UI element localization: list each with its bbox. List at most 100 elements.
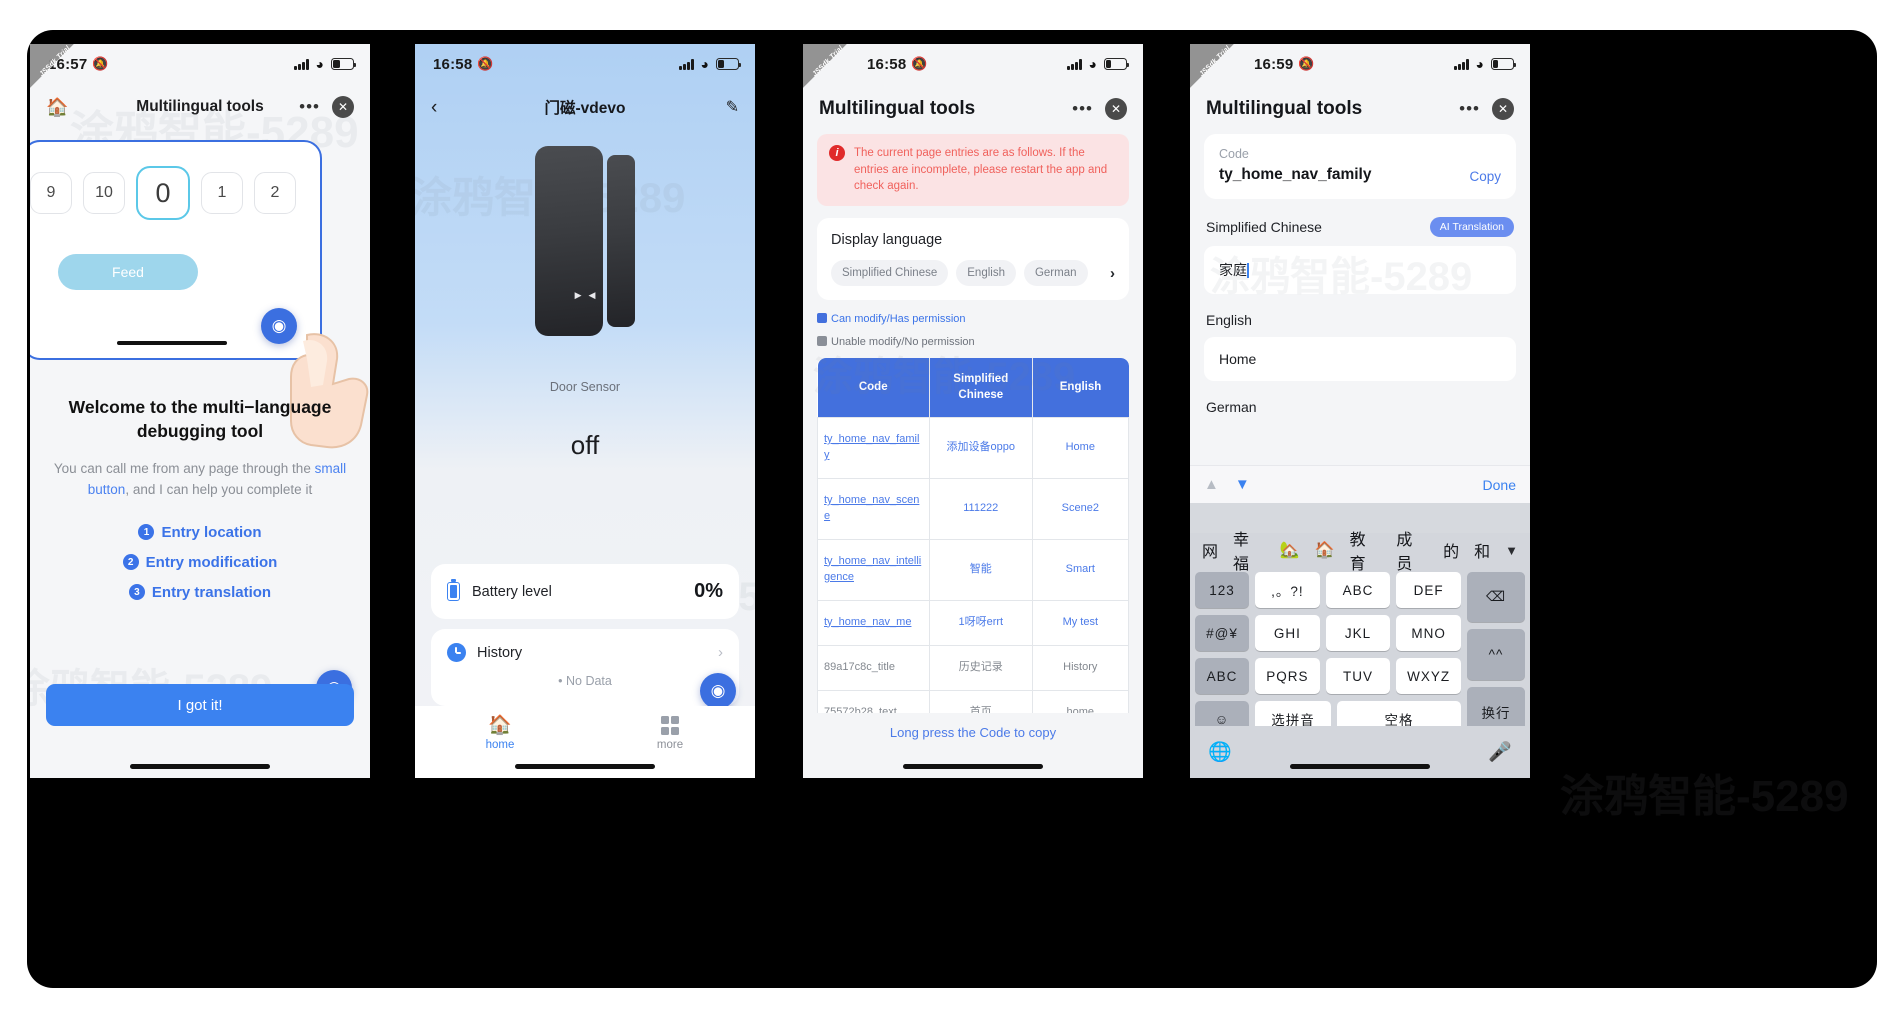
signal-icon <box>1067 58 1082 70</box>
cell-code[interactable]: ty_home_nav_me <box>817 599 930 646</box>
cell-code[interactable]: ty_home_nav_family <box>817 417 930 479</box>
chevron-down-icon[interactable]: ▼ <box>1235 476 1250 493</box>
key-tuv[interactable]: TUV <box>1325 658 1391 694</box>
cell-en[interactable]: Smart <box>1031 538 1129 601</box>
cell-zh[interactable]: 历史记录 <box>928 644 1033 691</box>
candidate-item[interactable]: 幸福 <box>1233 526 1265 574</box>
table-row[interactable]: ty_home_nav_intelligence 智能 Smart <box>817 538 1129 601</box>
key-pqrs[interactable]: PQRS <box>1255 658 1320 694</box>
copy-button[interactable]: Copy <box>1469 169 1501 184</box>
close-icon[interactable]: ✕ <box>332 96 354 118</box>
chevron-up-icon[interactable]: ▲ <box>1204 476 1219 493</box>
number-cell[interactable]: 10 <box>83 172 125 214</box>
cell-code[interactable]: ty_home_nav_intelligence <box>817 538 930 601</box>
key-123[interactable]: 123 <box>1195 572 1249 608</box>
key-abc-mode[interactable]: ABC <box>1195 658 1249 694</box>
backspace-icon[interactable]: ⌫ <box>1467 572 1525 623</box>
table-row[interactable]: ty_home_nav_me 1呀呀errt My test <box>817 599 1129 646</box>
key-abc[interactable]: ABC <box>1325 572 1391 608</box>
close-icon[interactable]: ✕ <box>1492 98 1514 120</box>
entries-table-wrap[interactable]: Code Simplified Chinese English ty_home_… <box>817 358 1129 736</box>
candidate-item[interactable]: 的 <box>1443 538 1459 562</box>
candidate-item[interactable]: 网 <box>1202 538 1218 562</box>
key-symbols[interactable]: #@¥ <box>1195 615 1249 651</box>
cell-zh[interactable]: 111222 <box>928 477 1033 540</box>
field-input-zh[interactable]: 家庭 <box>1204 246 1516 294</box>
number-cell[interactable]: 2 <box>254 172 296 214</box>
signal-icon <box>1454 58 1469 70</box>
cell-zh[interactable]: 智能 <box>928 538 1033 601</box>
welcome-sub-part-b: , and I can help you complete it <box>125 481 313 497</box>
text-caret <box>1247 263 1249 278</box>
number-picker[interactable]: 9 10 0 1 2 <box>30 142 320 220</box>
close-icon[interactable]: ✕ <box>1105 98 1127 120</box>
cell-en[interactable]: History <box>1031 644 1129 691</box>
assistant-fab-highlight[interactable]: ◉ <box>261 308 297 344</box>
key-def[interactable]: DEF <box>1396 572 1462 608</box>
home-icon[interactable]: 🏠 <box>46 97 68 118</box>
pencil-icon[interactable]: ✎ <box>726 97 739 117</box>
key-jkl[interactable]: JKL <box>1325 615 1391 651</box>
cell-code[interactable]: ty_home_nav_scene <box>817 477 930 540</box>
chevron-left-icon[interactable]: ‹ <box>431 98 437 117</box>
field-input-en[interactable]: Home <box>1204 337 1516 381</box>
cell-zh[interactable]: 添加设备oppo <box>928 417 1033 479</box>
language-chip[interactable]: Simplified Chinese <box>831 260 949 287</box>
language-chip[interactable]: English <box>956 260 1016 287</box>
field-label: Simplified Chinese <box>1206 219 1322 235</box>
table-row[interactable]: ty_home_nav_family 添加设备oppo Home <box>817 417 1129 479</box>
home-indicator <box>1290 764 1430 769</box>
chevron-down-icon[interactable]: ▼ <box>1505 543 1518 558</box>
ellipsis-icon[interactable]: ••• <box>299 98 320 115</box>
step-number: 2 <box>122 554 139 571</box>
history-card[interactable]: History › • No Data <box>431 629 739 706</box>
cell-en[interactable]: My test <box>1031 599 1129 646</box>
microphone-icon[interactable]: 🎤 <box>1488 740 1512 764</box>
legend-label: Can modify/Has permission <box>831 313 966 326</box>
ellipsis-icon[interactable]: ••• <box>1459 100 1480 117</box>
candidate-item[interactable]: 和 <box>1474 538 1490 562</box>
cell-en[interactable]: Home <box>1031 417 1129 479</box>
ellipsis-icon[interactable]: ••• <box>1072 100 1093 117</box>
wifi-icon: ◕ <box>700 56 709 72</box>
candidate-item[interactable]: 🏡 <box>1280 540 1300 560</box>
assistant-fab[interactable]: ◉ <box>700 673 736 709</box>
battery-row[interactable]: Battery level 0% <box>431 564 739 619</box>
cell-zh[interactable]: 1呀呀errt <box>928 599 1033 646</box>
ai-translation-button[interactable]: AI Translation <box>1429 217 1514 237</box>
cell-en[interactable]: Scene2 <box>1031 477 1129 540</box>
step-number: 3 <box>128 584 145 601</box>
number-cell-selected[interactable]: 0 <box>136 166 190 220</box>
table-row[interactable]: 89a17c8c_title 历史记录 History <box>817 644 1129 691</box>
wifi-icon: ◕ <box>315 56 324 72</box>
feed-button[interactable]: Feed <box>58 254 198 290</box>
battery-icon <box>1491 58 1517 70</box>
candidate-item[interactable]: 成员 <box>1396 526 1428 574</box>
key-caret[interactable]: ^^ <box>1467 629 1525 680</box>
tab-home[interactable]: 🏠 home <box>415 716 585 751</box>
key-ghi[interactable]: GHI <box>1255 615 1320 651</box>
key-wxyz[interactable]: WXYZ <box>1396 658 1462 694</box>
language-chip[interactable]: German <box>1023 260 1088 287</box>
keyboard-row: PQRS TUV WXYZ <box>1255 658 1462 694</box>
chevron-right-icon[interactable]: › <box>718 644 723 661</box>
chevron-right-icon[interactable]: › <box>1110 265 1115 282</box>
legend-item-editable: Can modify/Has permission <box>817 311 966 328</box>
key-punctuation[interactable]: ,。?! <box>1255 572 1320 608</box>
welcome-sub-part-a: You can call me from any page through th… <box>53 461 315 477</box>
key-mno[interactable]: MNO <box>1396 615 1462 651</box>
tab-more[interactable]: more <box>585 716 755 751</box>
battery-icon <box>1104 58 1130 70</box>
cell-code[interactable]: 89a17c8c_title <box>817 644 930 691</box>
tab-label: home <box>485 739 515 751</box>
number-cell[interactable]: 9 <box>30 172 72 214</box>
candidate-item[interactable]: 🏠 <box>1315 540 1335 560</box>
number-cell[interactable]: 1 <box>201 172 243 214</box>
got-it-button[interactable]: I got it! <box>46 684 354 726</box>
candidate-bar: 网 幸福 🏡 🏠 教育 成员 的 和 ▼ <box>1190 532 1530 573</box>
table-row[interactable]: ty_home_nav_scene 111222 Scene2 <box>817 477 1129 540</box>
globe-icon[interactable]: 🌐 <box>1208 740 1232 764</box>
candidate-item[interactable]: 教育 <box>1350 526 1382 574</box>
keyboard-left-column: 123 #@¥ ABC ☺ <box>1195 572 1249 737</box>
done-button[interactable]: Done <box>1483 477 1516 493</box>
